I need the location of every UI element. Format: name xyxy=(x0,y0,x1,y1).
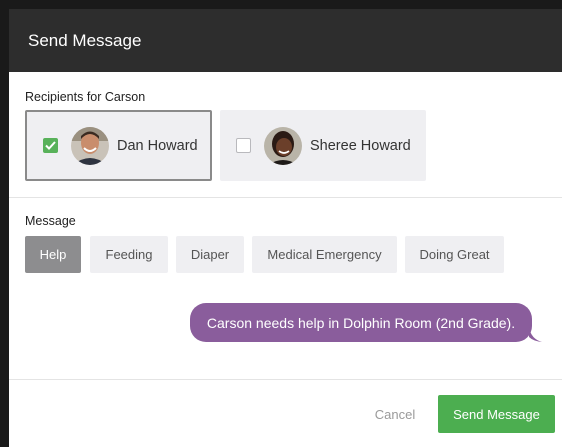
section-divider xyxy=(9,197,562,198)
tag-doing-great[interactable]: Doing Great xyxy=(405,236,504,273)
tag-medical-emergency[interactable]: Medical Emergency xyxy=(252,236,397,273)
recipient-dan-howard[interactable]: Dan Howard xyxy=(25,110,212,181)
bubble-tail xyxy=(529,327,542,342)
avatar-sheree-howard xyxy=(264,126,302,165)
recipient-name: Dan Howard xyxy=(117,137,198,154)
recipient-checkbox-checked[interactable] xyxy=(43,138,58,153)
recipient-sheree-howard[interactable]: Sheree Howard xyxy=(220,110,426,181)
check-icon xyxy=(45,141,56,150)
tag-diaper[interactable]: Diaper xyxy=(176,236,244,273)
modal-title: Send Message xyxy=(28,31,142,50)
message-label: Message xyxy=(25,214,76,228)
recipient-name: Sheree Howard xyxy=(310,137,411,154)
cancel-button[interactable]: Cancel xyxy=(365,397,425,431)
send-message-modal: Send Message Recipients for Carson Dan H… xyxy=(9,9,562,447)
modal-header: Send Message xyxy=(9,9,562,72)
recipients-label: Recipients for Carson xyxy=(25,90,146,104)
message-preview-bubble: Carson needs help in Dolphin Room (2nd G… xyxy=(190,303,532,342)
tag-help[interactable]: Help xyxy=(25,236,81,273)
tag-feeding[interactable]: Feeding xyxy=(90,236,168,273)
avatar-dan-howard xyxy=(71,126,109,165)
send-message-button[interactable]: Send Message xyxy=(438,395,555,433)
footer-divider xyxy=(9,379,562,380)
recipient-checkbox-unchecked[interactable] xyxy=(236,138,251,153)
